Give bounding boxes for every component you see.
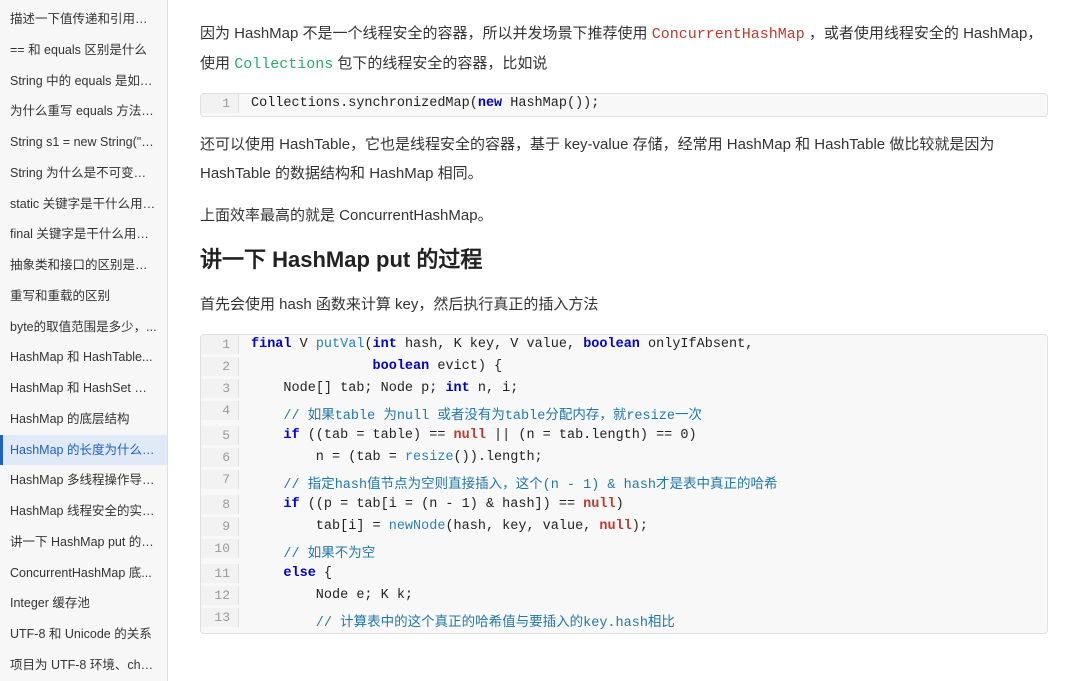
line-num: 10 [201, 539, 239, 558]
line-code: // 计算表中的这个真正的哈希值与要插入的key.hash相比 [239, 608, 687, 633]
sidebar-item-18[interactable]: ConcurrentHashMap 底... [0, 558, 167, 589]
table-row: 2 boolean evict) { [201, 357, 1047, 379]
line-code: n = (tab = resize()).length; [239, 448, 555, 467]
section-title: 讲一下 HashMap put 的过程 [200, 245, 1048, 276]
best-efficiency-paragraph: 上面效率最高的就是 ConcurrentHashMap。 [200, 202, 1048, 231]
line-num: 1 [201, 335, 239, 354]
line-num: 8 [201, 495, 239, 514]
code-block-putval: 1final V putVal(int hash, K key, V value… [200, 334, 1048, 634]
code-block-synchronized: 1 Collections.synchronizedMap(new HashMa… [200, 93, 1048, 117]
intro-text3: 包下的线程安全的容器，比如说 [337, 55, 547, 72]
table-row: 6 n = (tab = resize()).length; [201, 448, 1047, 470]
line-num: 9 [201, 517, 239, 536]
sidebar-item-1[interactable]: == 和 equals 区别是什么 [0, 35, 167, 66]
hashtable-paragraph: 还可以使用 HashTable，它也是线程安全的容器，基于 key-value … [200, 131, 1048, 188]
table-row: 5 if ((tab = table) == null || (n = tab.… [201, 426, 1047, 448]
collections-highlight: Collections [234, 56, 333, 73]
line-code: Node[] tab; Node p; int n, i; [239, 379, 530, 398]
sidebar-item-6[interactable]: static 关键字是干什么用的... [0, 189, 167, 220]
table-row: 12 Node e; K k; [201, 586, 1047, 608]
table-row: 9 tab[i] = newNode(hash, key, value, nul… [201, 517, 1047, 539]
line-code: // 指定hash值节点为空则直接插入，这个(n - 1) & hash才是表中… [239, 470, 790, 495]
line-code: // 如果table 为null 或者没有为table分配内存，就resize一… [239, 401, 714, 426]
line-num: 12 [201, 586, 239, 605]
sidebar-item-13[interactable]: HashMap 的底层结构 [0, 404, 167, 435]
concurrent-hashmap-highlight: ConcurrentHashMap [652, 26, 805, 43]
line-code: if ((p = tab[i = (n - 1) & hash]) == nul… [239, 495, 636, 514]
sidebar-item-14[interactable]: HashMap 的长度为什么是... [0, 435, 167, 466]
sidebar-item-15[interactable]: HashMap 多线程操作导致... [0, 465, 167, 496]
sidebar-item-0[interactable]: 描述一下值传递和引用传... [0, 4, 167, 35]
line-num: 2 [201, 357, 239, 376]
sidebar-item-9[interactable]: 重写和重载的区别 [0, 281, 167, 312]
sidebar-item-19[interactable]: Integer 缓存池 [0, 588, 167, 619]
table-row: 8 if ((p = tab[i = (n - 1) & hash]) == n… [201, 495, 1047, 517]
section-intro: 首先会使用 hash 函数来计算 key，然后执行真正的插入方法 [200, 291, 1048, 320]
line-code: final V putVal(int hash, K key, V value,… [239, 335, 765, 354]
sidebar-item-21[interactable]: 项目为 UTF-8 环境、char... [0, 650, 167, 681]
sidebar-item-11[interactable]: HashMap 和 HashTable... [0, 342, 167, 373]
sidebar-item-2[interactable]: String 中的 equals 是如何... [0, 66, 167, 97]
sidebar-item-5[interactable]: String 为什么是不可变的，... [0, 158, 167, 189]
sidebar-item-17[interactable]: 讲一下 HashMap put 的过程 [0, 527, 167, 558]
table-row: 3 Node[] tab; Node p; int n, i; [201, 379, 1047, 401]
sidebar-item-12[interactable]: HashMap 和 HashSet 的... [0, 373, 167, 404]
line-num: 13 [201, 608, 239, 627]
sidebar-item-4[interactable]: String s1 = new String("a... [0, 127, 167, 158]
sidebar-item-7[interactable]: final 关键字是干什么用的... [0, 219, 167, 250]
line-num: 6 [201, 448, 239, 467]
line-num: 5 [201, 426, 239, 445]
main-content: 因为 HashMap 不是一个线程安全的容器，所以并发场景下推荐使用 Concu… [168, 0, 1080, 681]
sidebar-item-8[interactable]: 抽象类和接口的区别是什么 [0, 250, 167, 281]
table-row: 11 else { [201, 564, 1047, 586]
table-row: 10 // 如果不为空 [201, 539, 1047, 564]
sidebar: 描述一下值传递和引用传...== 和 equals 区别是什么String 中的… [0, 0, 168, 681]
line-num: 3 [201, 379, 239, 398]
line-num-1: 1 [201, 94, 239, 113]
sidebar-item-3[interactable]: 为什么重写 equals 方法必... [0, 96, 167, 127]
line-num: 11 [201, 564, 239, 583]
sidebar-item-20[interactable]: UTF-8 和 Unicode 的关系 [0, 619, 167, 650]
table-row: 7 // 指定hash值节点为空则直接插入，这个(n - 1) & hash才是… [201, 470, 1047, 495]
line-code: Node e; K k; [239, 586, 425, 605]
table-row: 4 // 如果table 为null 或者没有为table分配内存，就resiz… [201, 401, 1047, 426]
line-code: else { [239, 564, 344, 583]
line-num: 4 [201, 401, 239, 420]
sidebar-item-16[interactable]: HashMap 线程安全的实现... [0, 496, 167, 527]
sidebar-item-10[interactable]: byte的取值范围是多少，... [0, 312, 167, 343]
intro-paragraph: 因为 HashMap 不是一个线程安全的容器，所以并发场景下推荐使用 Concu… [200, 20, 1048, 79]
intro-text1: 因为 HashMap 不是一个线程安全的容器，所以并发场景下推荐使用 [200, 25, 648, 42]
table-row: 13 // 计算表中的这个真正的哈希值与要插入的key.hash相比 [201, 608, 1047, 633]
line-code: // 如果不为空 [239, 539, 387, 564]
line-code: tab[i] = newNode(hash, key, value, null)… [239, 517, 660, 536]
line-code: boolean evict) { [239, 357, 514, 376]
line-code: if ((tab = table) == null || (n = tab.le… [239, 426, 709, 445]
line-code-1: Collections.synchronizedMap(new HashMap(… [239, 94, 611, 113]
table-row: 1final V putVal(int hash, K key, V value… [201, 335, 1047, 357]
line-num: 7 [201, 470, 239, 489]
code-line-1: 1 Collections.synchronizedMap(new HashMa… [201, 94, 1047, 116]
